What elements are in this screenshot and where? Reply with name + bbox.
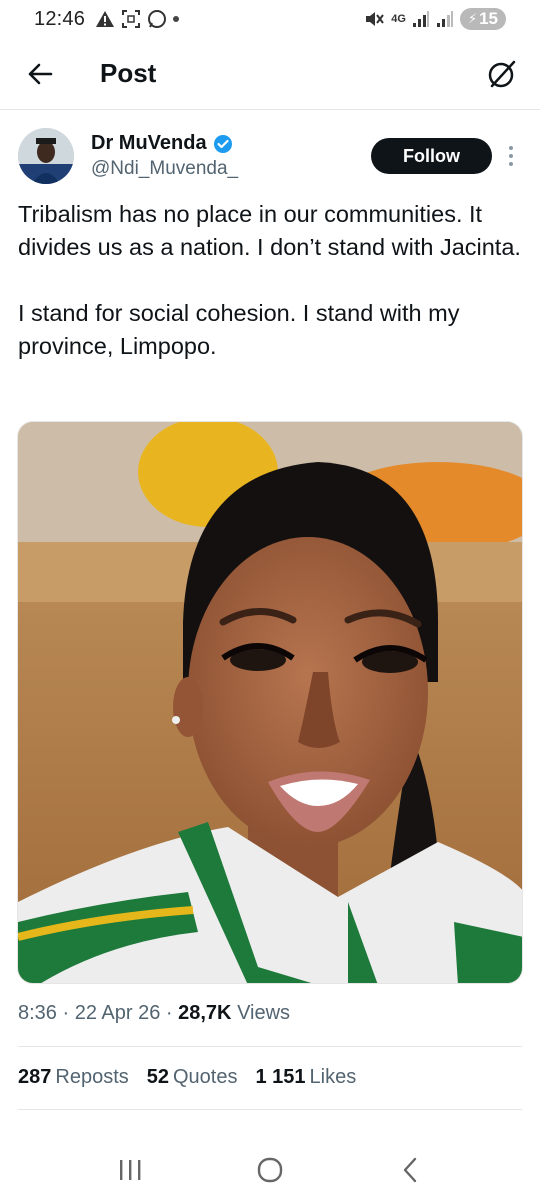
reposts-count: 287 — [18, 1066, 52, 1088]
post-header: Post — [0, 38, 540, 110]
name-row: Dr MuVenda — [91, 132, 238, 155]
more-options-button[interactable] — [500, 138, 522, 174]
tweet-text: Tribalism has no place in our communitie… — [18, 201, 521, 359]
tweet-time: 8:36 — [18, 1002, 57, 1024]
follow-button[interactable]: Follow — [371, 138, 492, 174]
home-icon — [257, 1157, 283, 1183]
recent-apps-button[interactable] — [100, 1145, 160, 1195]
likes-count: 1 151 — [255, 1066, 306, 1088]
reposts-stat[interactable]: 287 Reposts — [18, 1066, 129, 1089]
system-icons: 4G ⚡ 15 — [363, 8, 506, 30]
views-count: 28,7K — [178, 1002, 232, 1024]
chevron-left-icon — [403, 1157, 417, 1183]
verified-badge-icon — [213, 134, 232, 153]
whatsapp-icon — [148, 10, 167, 28]
display-name[interactable]: Dr MuVenda — [91, 132, 207, 155]
avatar-image — [18, 128, 74, 184]
quotes-count: 52 — [146, 1066, 169, 1088]
tweet-date: 22 Apr 26 — [74, 1002, 161, 1024]
avatar[interactable] — [18, 128, 74, 184]
battery-level: 15 — [479, 9, 498, 28]
likes-stat[interactable]: 1 151 Likes — [255, 1066, 356, 1089]
reposts-label: Reposts — [55, 1066, 129, 1088]
separator: · — [62, 1002, 75, 1024]
divider — [18, 1109, 522, 1110]
alert-icon — [96, 11, 115, 27]
page-title: Post — [100, 58, 157, 88]
signal-icon — [412, 11, 429, 27]
status-time: 12:46 — [34, 7, 86, 30]
battery-icon: ⚡ 15 — [459, 8, 506, 30]
grok-button[interactable] — [480, 52, 524, 96]
likes-label: Likes — [309, 1066, 357, 1088]
author-row: Dr MuVenda @Ndi_Muvenda_ Follow — [18, 126, 522, 186]
back-arrow-icon — [28, 63, 53, 84]
nav-back-button[interactable] — [380, 1145, 440, 1195]
more-vertical-icon — [509, 146, 513, 166]
quotes-label: Quotes — [173, 1066, 238, 1088]
tweet-meta: 8:36 · 22 Apr 26 · 28,7K Views — [18, 1002, 290, 1025]
recent-apps-icon — [120, 1160, 141, 1180]
separator: · — [165, 1002, 179, 1024]
notification-icons — [95, 9, 180, 29]
portrait-image — [18, 422, 522, 983]
system-nav-bar — [0, 1140, 540, 1200]
signal-icon — [436, 11, 453, 27]
dot-icon — [173, 16, 180, 22]
engagement-stats: 287 Reposts 52 Quotes 1 151 Likes — [18, 1066, 356, 1089]
author-info: Dr MuVenda @Ndi_Muvenda_ — [91, 132, 238, 180]
back-button[interactable] — [10, 44, 70, 104]
tweet-image[interactable] — [17, 421, 523, 984]
divider — [18, 1046, 522, 1047]
network-label: 4G — [391, 13, 406, 25]
views-label: Views — [237, 1002, 291, 1024]
screenshot-icon — [122, 10, 141, 28]
mute-icon — [366, 12, 385, 26]
home-button[interactable] — [240, 1145, 300, 1195]
grok-icon — [488, 60, 516, 87]
status-bar: 12:46 4G ⚡ 15 — [0, 0, 540, 38]
quotes-stat[interactable]: 52 Quotes — [147, 1066, 238, 1089]
author-handle[interactable]: @Ndi_Muvenda_ — [91, 158, 238, 180]
